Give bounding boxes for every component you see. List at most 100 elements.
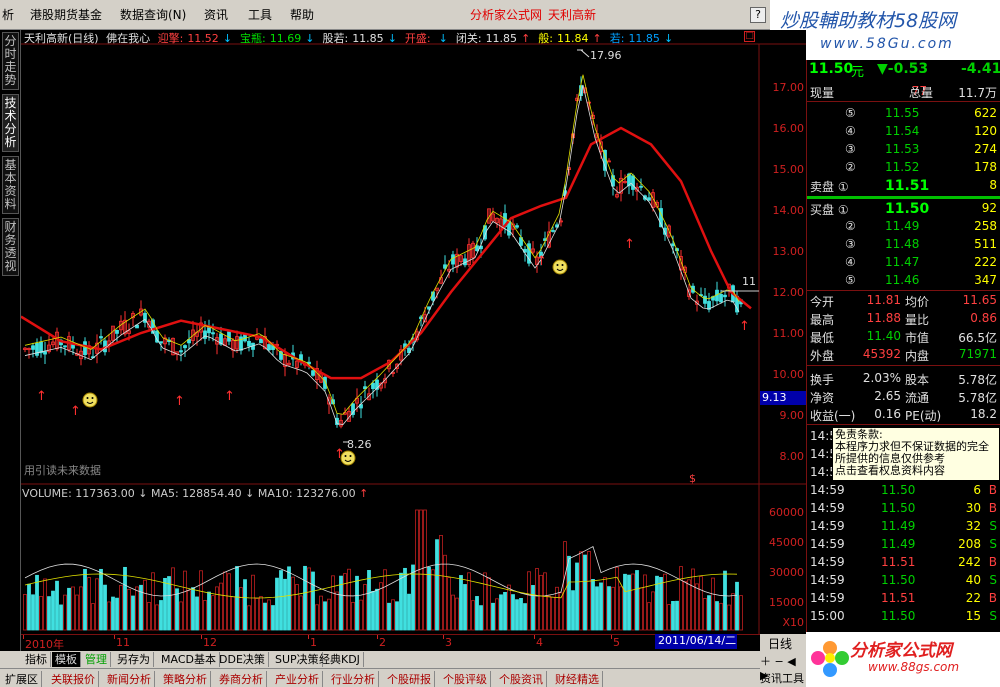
candle-body	[31, 345, 35, 350]
menu-item-data-query[interactable]: 数据查询(N)	[120, 6, 186, 23]
tick-row: 14:59 11.51 22 B	[810, 591, 997, 605]
candle-body	[35, 343, 39, 356]
candle-body	[631, 175, 635, 190]
formula-tab[interactable]: 管理	[82, 652, 111, 667]
brand-title: 炒股輔助教材58股网	[780, 10, 957, 32]
extension-tab[interactable]: 策略分析	[160, 671, 211, 687]
extension-tab[interactable]: 个股评级	[440, 671, 491, 687]
volume-bar	[287, 566, 291, 631]
news-tools-tab[interactable]: 资讯工具	[760, 670, 804, 686]
volume-bar	[591, 578, 595, 631]
extension-tab[interactable]: 产业分析	[272, 671, 323, 687]
formula-tab[interactable]: 经典KDJ	[316, 652, 364, 667]
dollar-marker: $	[689, 472, 696, 485]
volume-bar	[531, 585, 535, 631]
candle-body	[639, 185, 643, 188]
formula-name: 佛在我心	[106, 32, 151, 45]
volume-bar	[395, 601, 399, 631]
candle-body	[115, 330, 119, 334]
volume-value: VOLUME: 117363.00	[22, 487, 135, 500]
menu-item-help[interactable]: 帮助	[290, 6, 314, 23]
candle-body	[203, 330, 207, 339]
candle-body	[247, 340, 251, 347]
ma5-value: MA5: 128854.40	[150, 487, 242, 500]
extension-tab[interactable]: 扩展区	[2, 671, 42, 687]
tick-row: 14:59 11.50 6 B	[810, 483, 997, 497]
price-tick-label: 14.00	[772, 204, 805, 217]
price-chart[interactable]: ↑↑↑ ↑↑↑↑↑	[21, 30, 806, 634]
extension-tab[interactable]: 券商分析	[216, 671, 267, 687]
extension-tab[interactable]: 行业分析	[328, 671, 379, 687]
menu-item-tools[interactable]: 工具	[248, 6, 272, 23]
volume-bar	[371, 591, 375, 631]
tab-financials[interactable]: 财务透视	[2, 218, 19, 276]
volume-bar	[595, 586, 599, 631]
volume-bar	[659, 576, 663, 631]
formula-tab[interactable]: 指标	[22, 652, 51, 667]
chart-close-button[interactable]: □	[744, 31, 755, 42]
menu-item-analysis[interactable]: 析	[2, 6, 14, 23]
volume-bar	[403, 567, 407, 631]
volume-bar	[515, 599, 519, 631]
date-tick-label: 2	[379, 636, 386, 649]
low-price-label: 8.26	[347, 438, 372, 451]
volume-bar	[675, 600, 679, 631]
disclaimer-tooltip[interactable]: 免责条款: 本程序力求但不保证数据的完全 所提供的信息仅供参考 点击查看权息资料…	[832, 427, 1000, 481]
date-tick-label: 12	[203, 636, 217, 649]
volume-tick-label: 15000	[769, 596, 804, 609]
candle-body	[311, 370, 315, 376]
candle-body	[475, 245, 479, 252]
formula-tab[interactable]: DDE决策	[216, 652, 269, 667]
volume-bar	[35, 574, 39, 631]
cursor-price-label: 9.13	[760, 391, 806, 405]
price-tick-label: 16.00	[772, 122, 805, 135]
date-tick-label: 2010年	[25, 638, 64, 651]
tab-fundamentals[interactable]: 基本资料	[2, 156, 19, 214]
volume-bar	[303, 565, 307, 631]
volume-bar	[411, 564, 415, 631]
formula-tab[interactable]: MACD基本	[158, 652, 220, 667]
smiley-signal-icon	[552, 259, 568, 275]
candle-body	[183, 345, 187, 349]
bid-level-row: 买盘 ① 11.50 92	[810, 201, 997, 217]
menu-item-news[interactable]: 资讯	[204, 6, 228, 23]
candle-body	[43, 351, 47, 355]
volume-bar	[475, 596, 479, 631]
volume-bar	[27, 583, 31, 631]
stock-name-period: 天利高新(日线)	[24, 32, 99, 45]
tab-technical[interactable]: 技术分析	[2, 94, 19, 152]
extension-tab[interactable]: 新闻分析	[104, 671, 155, 687]
help-button[interactable]: ?	[750, 7, 766, 23]
chart-background	[21, 30, 806, 634]
candle-body	[159, 341, 163, 344]
ask-level-row: ② 11.52 178	[845, 160, 997, 174]
volume-unit-label: X10	[782, 616, 804, 629]
candle-body	[723, 294, 727, 298]
quote-panel: 11.50 元 ▼-0.53 -4.41 现量 77 总量 11.7万 ⑤ 11.55 622 ④ 11…	[806, 60, 1000, 660]
indicator-value-6: 若: 11.85 ↓	[609, 32, 674, 45]
volume-bar	[671, 601, 675, 631]
period-daily-button[interactable]: 日线	[768, 635, 792, 652]
candle-body	[99, 336, 103, 339]
extension-tab[interactable]: 财经精选	[552, 671, 603, 687]
price-tick-label: 15.00	[772, 163, 805, 176]
volume-bar	[355, 575, 359, 631]
cursor-date-label: 2011/06/14/二	[655, 634, 737, 649]
extension-tab[interactable]: 个股资讯	[496, 671, 547, 687]
candle-body	[719, 294, 723, 303]
buy-signal-arrow-icon: ↑	[224, 389, 235, 404]
extension-tab[interactable]: 个股研报	[384, 671, 435, 687]
tick-row: 14:59 11.49 32 S	[810, 519, 997, 533]
site-name-label: 分析家公式网	[470, 8, 543, 22]
formula-tab[interactable]: 另存为	[114, 652, 154, 667]
volume-bar	[491, 602, 495, 631]
high-price-label: 17.96	[590, 49, 622, 62]
stat-row: 今开 11.81 均价 11.65	[810, 293, 997, 309]
menu-item-hk-futures[interactable]: 港股期货基金	[30, 6, 102, 23]
extension-tab[interactable]: 关联报价	[48, 671, 99, 687]
formula-tab[interactable]: 模板	[52, 652, 81, 667]
tab-intraday[interactable]: 分时走势	[2, 32, 19, 90]
volume-bar	[435, 539, 439, 631]
indicator-info-line: 天利高新(日线) 佛在我心 迎擎: 11.52 ↓ 宝瓶: 11.69 ↓ 股若: 11.85…	[24, 30, 685, 45]
buy-signal-arrow-icon: ↑	[174, 394, 185, 409]
